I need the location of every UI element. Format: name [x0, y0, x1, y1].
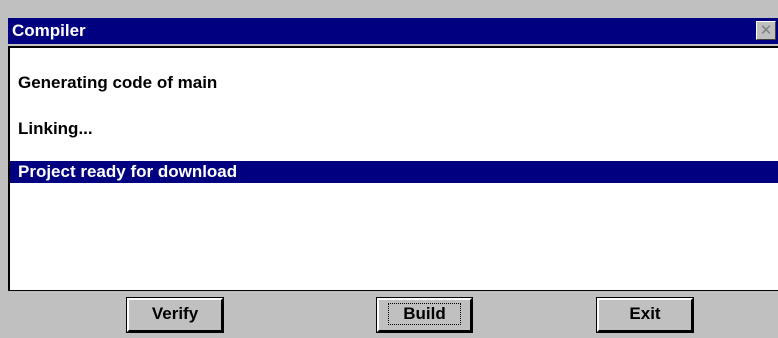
build-button-label: Build: [388, 303, 461, 325]
list-item-selected[interactable]: Project ready for download: [10, 161, 778, 183]
verify-button[interactable]: Verify: [126, 297, 224, 333]
compiler-output-list[interactable]: Generating code of main Linking... Proje…: [8, 46, 778, 291]
close-icon: ✕: [759, 21, 773, 39]
list-item[interactable]: Generating code of main: [10, 72, 778, 94]
close-button[interactable]: ✕: [756, 21, 776, 40]
build-button[interactable]: Build: [376, 297, 473, 333]
compiler-dialog: Compiler ✕ Generating code of main Linki…: [0, 0, 778, 338]
list-item[interactable]: Linking...: [10, 118, 778, 140]
title-bar[interactable]: Compiler ✕: [8, 18, 778, 44]
window-title: Compiler: [12, 21, 86, 40]
exit-button[interactable]: Exit: [596, 297, 694, 333]
verify-button-label: Verify: [151, 304, 199, 323]
button-bar: Verify Build Exit: [8, 291, 778, 338]
exit-button-label: Exit: [629, 304, 661, 323]
